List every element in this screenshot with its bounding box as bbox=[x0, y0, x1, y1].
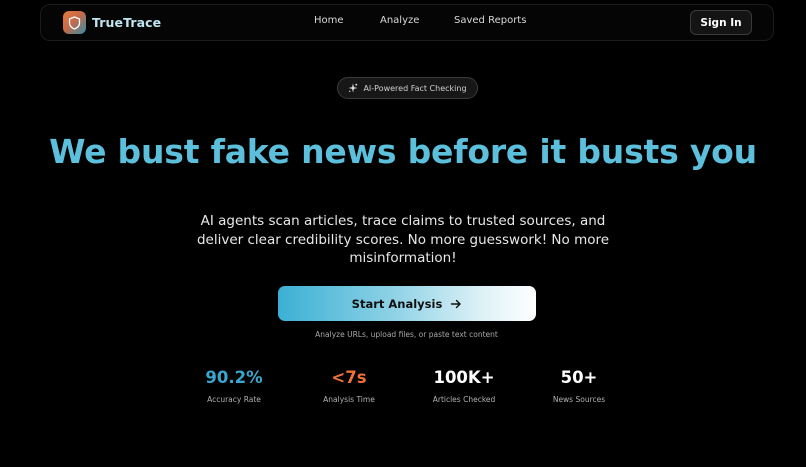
stat-accuracy: 90.2% Accuracy Rate bbox=[194, 368, 274, 404]
start-analysis-button[interactable]: Start Analysis bbox=[278, 286, 536, 321]
top-nav: TrueTrace Home Analyze Saved Reports Sig… bbox=[40, 4, 774, 41]
stat-label: Articles Checked bbox=[432, 395, 496, 404]
stat-value: 100K+ bbox=[433, 368, 495, 387]
stat-value: 90.2% bbox=[205, 368, 263, 387]
stat-articles-checked: 100K+ Articles Checked bbox=[424, 368, 504, 404]
nav-saved-reports[interactable]: Saved Reports bbox=[454, 15, 526, 26]
cta-hint: Analyze URLs, upload files, or paste tex… bbox=[315, 330, 498, 339]
stat-label: Analysis Time bbox=[323, 395, 375, 404]
nav-links: Home Analyze Saved Reports bbox=[314, 15, 526, 26]
stat-value: 50+ bbox=[560, 368, 598, 387]
nav-analyze[interactable]: Analyze bbox=[380, 15, 454, 26]
stat-news-sources: 50+ News Sources bbox=[539, 368, 619, 404]
start-analysis-label: Start Analysis bbox=[351, 296, 443, 311]
arrow-right-icon bbox=[451, 299, 462, 308]
brand-name: TrueTrace bbox=[92, 15, 162, 30]
hero-subtitle: AI agents scan articles, trace claims to… bbox=[196, 213, 610, 266]
landing-page: TrueTrace Home Analyze Saved Reports Sig… bbox=[0, 0, 806, 467]
sign-in-button[interactable]: Sign In bbox=[690, 10, 752, 35]
stat-label: News Sources bbox=[552, 395, 606, 404]
feature-badge: AI-Powered Fact Checking bbox=[337, 77, 478, 99]
badge-label: AI-Powered Fact Checking bbox=[363, 83, 467, 93]
nav-home[interactable]: Home bbox=[314, 15, 380, 26]
sparkle-icon bbox=[348, 83, 358, 93]
stat-value: <7s bbox=[331, 368, 367, 387]
stat-analysis-time: <7s Analysis Time bbox=[309, 368, 389, 404]
shield-icon bbox=[63, 11, 86, 34]
brand[interactable]: TrueTrace bbox=[63, 11, 161, 34]
hero-headline: We bust fake news before it busts you bbox=[49, 132, 757, 171]
stat-label: Accuracy Rate bbox=[207, 395, 261, 404]
